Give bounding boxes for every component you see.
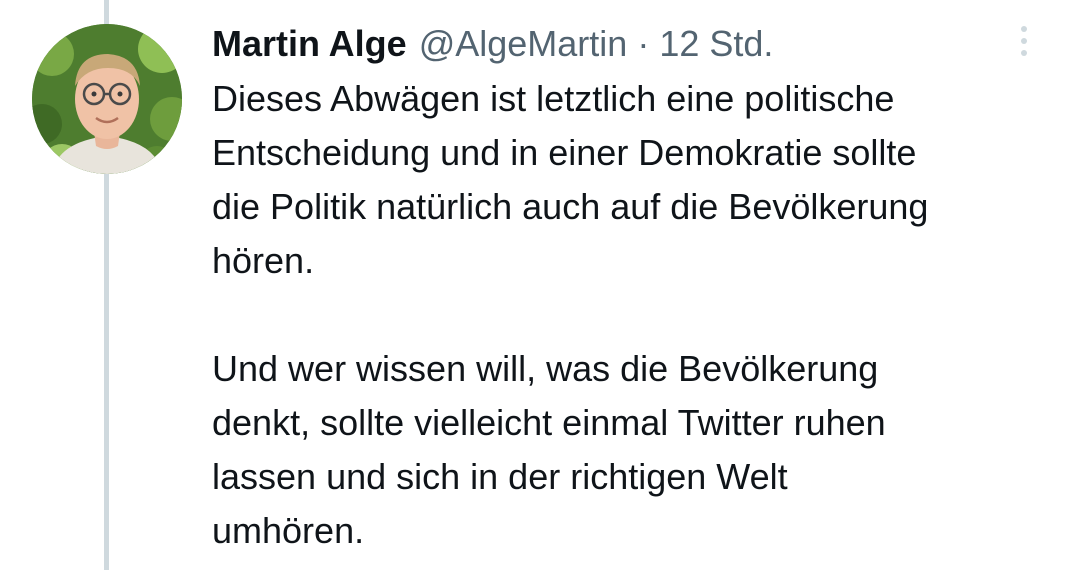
tweet[interactable]: Martin Alge @AlgeMartin · 12 Std. Dieses… (0, 0, 1080, 570)
tweet-text-line: umhören. (212, 510, 365, 551)
author-name[interactable]: Martin Alge (212, 18, 407, 70)
tweet-text-line: Entscheidung und in einer Demokratie sol… (212, 132, 917, 173)
more-vertical-icon (1021, 26, 1027, 32)
avatar[interactable] (32, 24, 182, 174)
tweet-timestamp[interactable]: 12 Std. (659, 18, 773, 70)
tweet-text-line: Und wer wissen will, was die Bevölkerung (212, 348, 879, 389)
avatar-photo (32, 24, 182, 174)
tweet-text-line: denkt, sollte vielleicht einmal Twitter … (212, 402, 886, 443)
more-vertical-icon (1021, 38, 1027, 44)
more-vertical-icon (1021, 50, 1027, 56)
tweet-text-line: lassen und sich in der richtigen Welt (212, 456, 788, 497)
tweet-text: Dieses Abwägen ist letztlich eine politi… (212, 72, 1052, 558)
header-separator: · (637, 23, 650, 64)
tweet-text-line: Dieses Abwägen ist letztlich eine politi… (212, 78, 895, 119)
tweet-text-line: die Politik natürlich auch auf die Bevöl… (212, 186, 929, 227)
more-options-button[interactable] (1006, 16, 1042, 66)
paragraph-break (212, 288, 1052, 342)
author-handle[interactable]: @AlgeMartin (419, 18, 628, 70)
tweet-text-line: hören. (212, 240, 315, 281)
tweet-header: Martin Alge @AlgeMartin · 12 Std. (212, 18, 773, 70)
